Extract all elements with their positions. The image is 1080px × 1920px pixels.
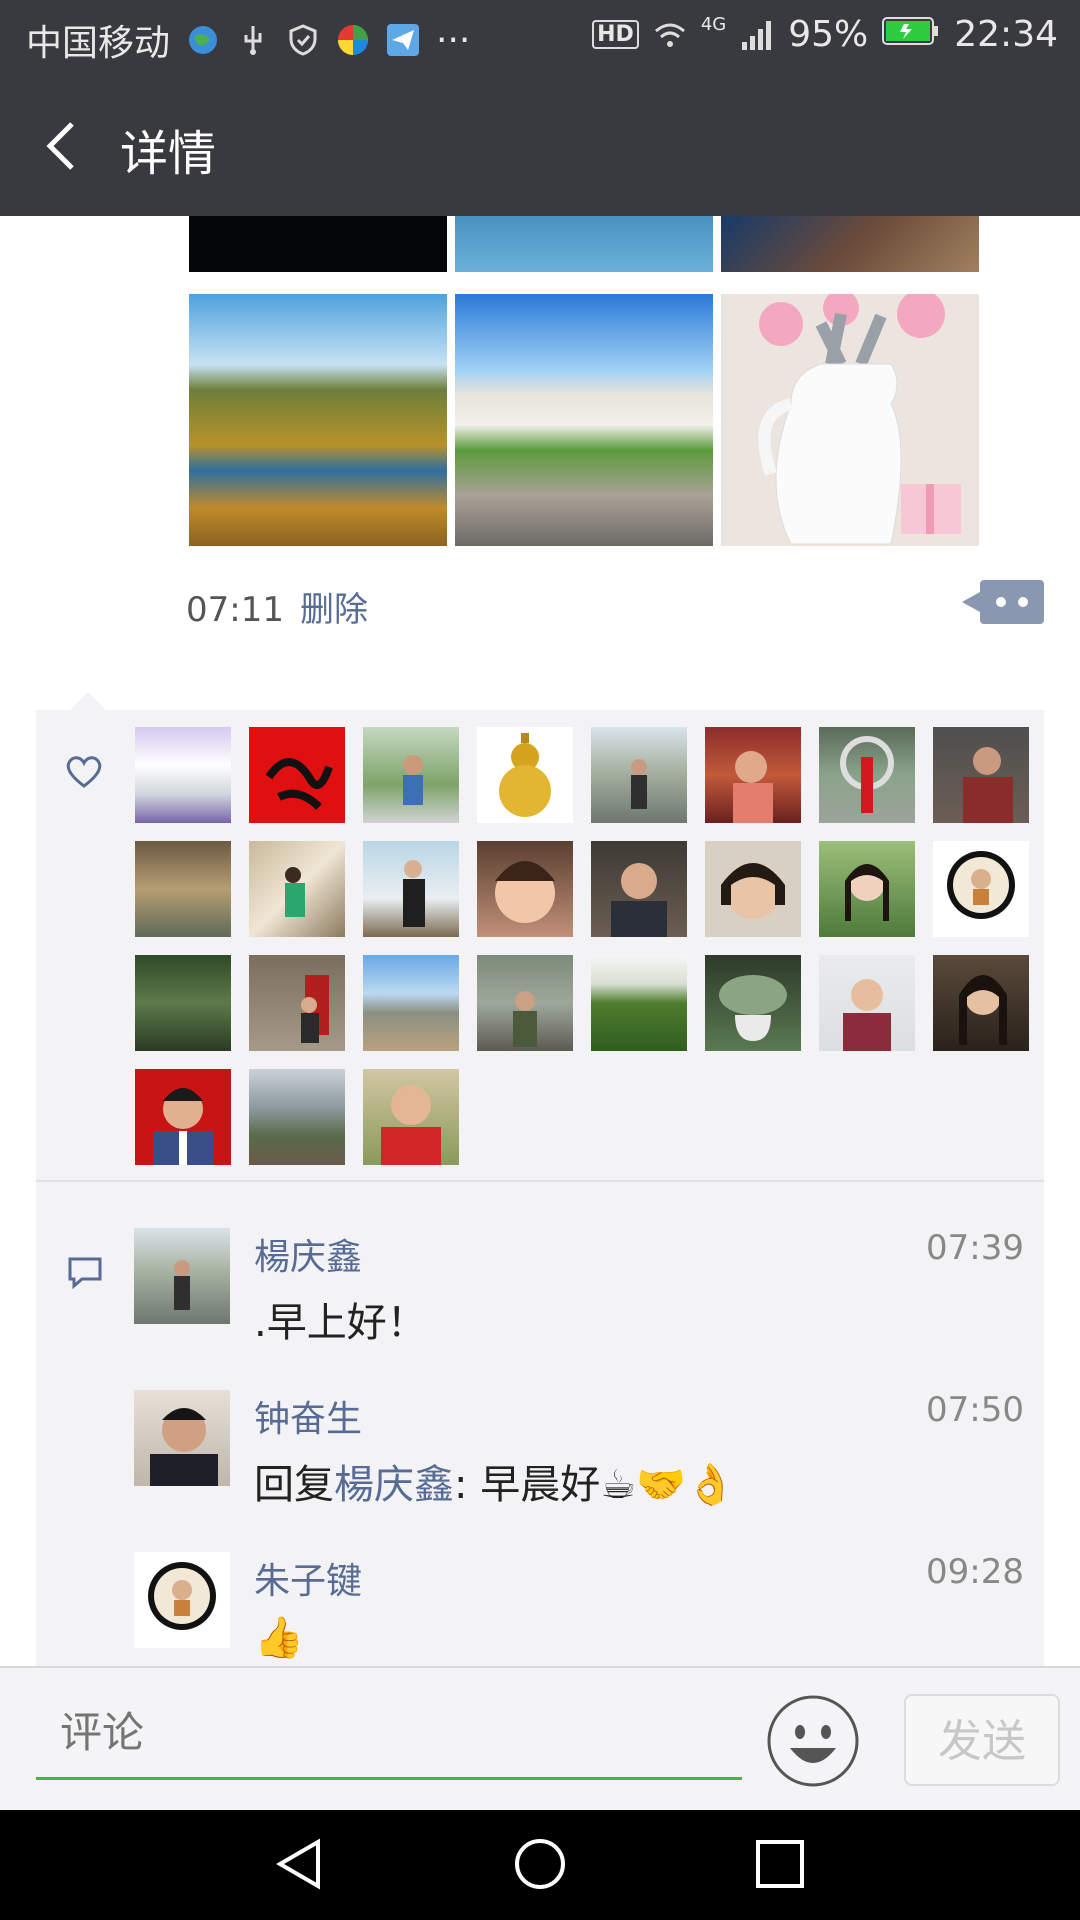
comment-icon xyxy=(66,1254,104,1292)
nav-back-icon[interactable] xyxy=(272,1836,328,1892)
nav-recents-icon[interactable] xyxy=(752,1836,808,1892)
status-bar: 中国移动 ··· HD 4G 95% 22:34 xyxy=(0,0,1080,74)
post-time: 07:11 xyxy=(186,590,284,630)
reply-mention[interactable]: 楊庆鑫 xyxy=(334,1462,454,1508)
liker-avatar[interactable] xyxy=(591,955,687,1051)
commenter-avatar[interactable] xyxy=(134,1390,230,1486)
liker-avatar[interactable] xyxy=(819,841,915,937)
photo-thumbnail[interactable] xyxy=(721,216,979,272)
likes-comments-panel: 楊庆鑫 07:39 .早上好！ 钟奋生 07:50 回复楊庆鑫: 早晨好☕🤝👌 … xyxy=(36,692,1044,1666)
liker-avatar[interactable] xyxy=(249,727,345,823)
commenter-name[interactable]: 朱子键 xyxy=(254,1552,362,1604)
back-icon[interactable] xyxy=(36,116,96,176)
clock: 22:34 xyxy=(954,14,1058,55)
paper-plane-icon xyxy=(386,23,420,57)
divider xyxy=(36,1180,1044,1182)
nav-bar: 详情 xyxy=(0,74,1080,216)
liker-avatar[interactable] xyxy=(933,841,1029,937)
nav-home-icon[interactable] xyxy=(512,1836,568,1892)
carrier-label: 中国移动 xyxy=(26,23,171,64)
liker-avatar[interactable] xyxy=(933,955,1029,1051)
liker-avatar[interactable] xyxy=(249,1069,345,1165)
app-wheel-icon xyxy=(336,23,370,57)
comment-bar: 发送 xyxy=(0,1666,1080,1812)
page-title: 详情 xyxy=(120,126,217,182)
liker-avatar[interactable] xyxy=(249,955,345,1051)
liker-avatar[interactable] xyxy=(591,727,687,823)
wifi-icon xyxy=(653,18,687,52)
system-nav-bar xyxy=(0,1810,1080,1920)
more-dot xyxy=(1018,597,1028,607)
post-meta: 07:11 删除 xyxy=(186,582,368,631)
liker-avatar[interactable] xyxy=(705,955,801,1051)
moment-detail: 07:11 删除 楊庆鑫 07:39 .早上好！ 钟奋生 07:50 回复楊庆鑫… xyxy=(0,216,1080,1666)
comment-item: 钟奋生 07:50 回复楊庆鑫: 早晨好☕🤝👌 xyxy=(134,1390,1024,1510)
heart-icon xyxy=(64,752,104,792)
more-notifications: ··· xyxy=(436,19,471,61)
commenter-name[interactable]: 钟奋生 xyxy=(254,1390,362,1442)
liker-avatar[interactable] xyxy=(477,727,573,823)
liker-avatar[interactable] xyxy=(705,727,801,823)
liker-avatar[interactable] xyxy=(819,727,915,823)
liker-avatar[interactable] xyxy=(363,841,459,937)
flower-vase-illustration xyxy=(758,290,961,545)
liker-avatar[interactable] xyxy=(819,955,915,1051)
photo-thumbnail[interactable] xyxy=(189,216,447,272)
liker-avatar[interactable] xyxy=(249,841,345,937)
hd-badge: HD xyxy=(592,20,639,49)
reply-prefix: 回复 xyxy=(254,1462,334,1508)
liker-avatar[interactable] xyxy=(135,727,231,823)
comment-action-button[interactable] xyxy=(962,580,1044,624)
comment-time: 07:39 xyxy=(926,1228,1024,1268)
commenter-avatar[interactable] xyxy=(134,1552,230,1648)
delete-link[interactable]: 删除 xyxy=(300,590,368,630)
liker-avatar[interactable] xyxy=(363,1069,459,1165)
usb-icon xyxy=(236,23,270,57)
comment-item: 楊庆鑫 07:39 .早上好！ xyxy=(134,1228,1024,1348)
comment-text: 👍 xyxy=(254,1615,304,1661)
liker-avatar[interactable] xyxy=(477,841,573,937)
liker-avatar[interactable] xyxy=(363,955,459,1051)
network-type: 4G xyxy=(700,14,727,35)
liker-avatar[interactable] xyxy=(477,955,573,1051)
photo-thumbnail[interactable] xyxy=(455,294,713,546)
photo-thumbnail[interactable] xyxy=(721,290,979,546)
photo-thumbnail[interactable] xyxy=(189,294,447,546)
liker-avatar[interactable] xyxy=(135,955,231,1051)
comment-input[interactable] xyxy=(36,1688,742,1780)
liker-avatar[interactable] xyxy=(705,841,801,937)
photo-thumbnail[interactable] xyxy=(455,216,713,272)
signal-icon xyxy=(740,18,774,52)
liker-avatar[interactable] xyxy=(363,727,459,823)
comment-text: 回复楊庆鑫: 早晨好☕🤝👌 xyxy=(254,1452,736,1510)
comment-time: 07:50 xyxy=(926,1390,1024,1430)
comment-time: 09:28 xyxy=(926,1552,1024,1592)
comment-text: .早上好！ xyxy=(254,1300,427,1346)
commenter-avatar[interactable] xyxy=(134,1228,230,1324)
liker-avatar[interactable] xyxy=(135,1069,231,1165)
shield-icon xyxy=(286,23,320,57)
commenter-name[interactable]: 楊庆鑫 xyxy=(254,1228,362,1280)
send-button[interactable]: 发送 xyxy=(904,1694,1060,1786)
more-dot xyxy=(996,597,1006,607)
emoji-icon[interactable] xyxy=(766,1694,860,1788)
comment-item: 朱子键 09:28 👍 xyxy=(134,1552,1024,1666)
reply-body: : 早晨好☕🤝👌 xyxy=(454,1462,736,1508)
battery-percent: 95% xyxy=(788,14,869,55)
liker-avatar[interactable] xyxy=(591,841,687,937)
battery-icon xyxy=(882,14,940,55)
liker-avatar[interactable] xyxy=(933,727,1029,823)
liker-avatar[interactable] xyxy=(135,841,231,937)
globe-icon xyxy=(186,23,220,57)
